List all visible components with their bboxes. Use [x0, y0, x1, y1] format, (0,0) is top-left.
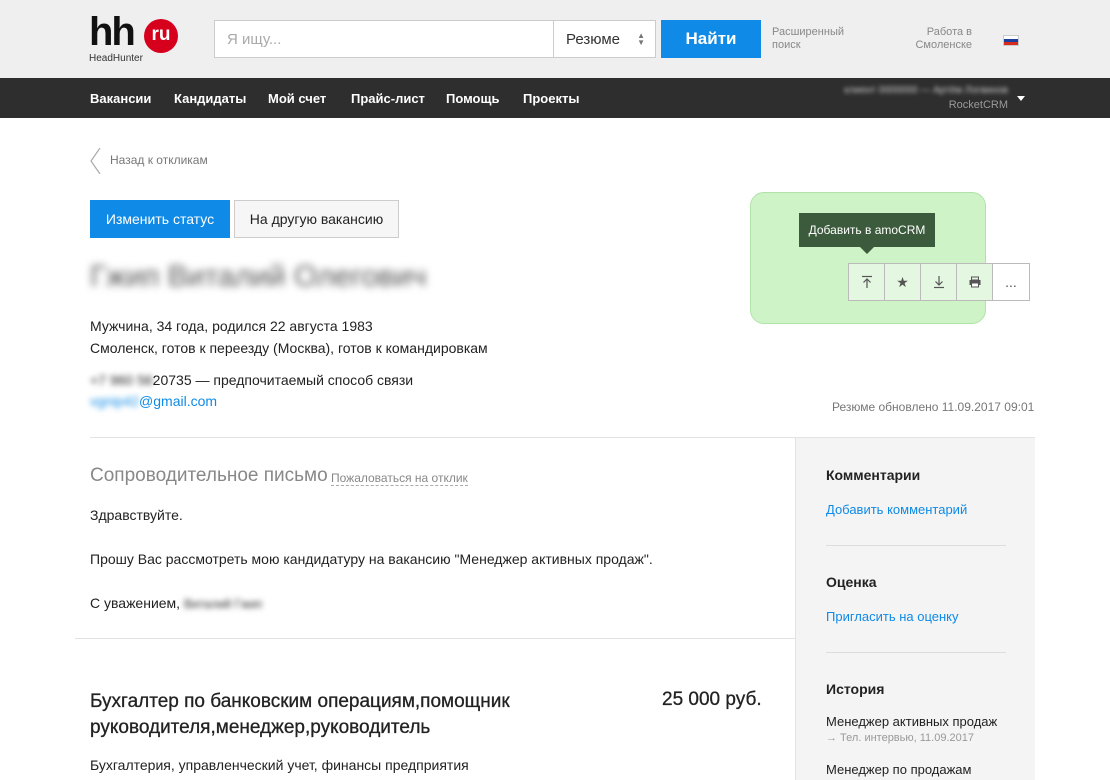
nav-item-help[interactable]: Помощь	[446, 91, 499, 106]
logo-text: hh	[89, 10, 136, 54]
back-label: Назад к откликам	[110, 153, 208, 167]
nav-item-vacancies[interactable]: Вакансии	[90, 91, 151, 106]
select-arrows-icon: ▲ ▼	[637, 31, 645, 47]
letter-signature: Виталий Гжип	[183, 597, 263, 611]
assessment-title: Оценка	[826, 574, 877, 590]
divider	[90, 437, 795, 438]
print-icon	[969, 276, 980, 288]
search-input[interactable]	[214, 20, 554, 58]
candidate-location-info: Смоленск, готов к переезду (Москва), гот…	[90, 340, 488, 356]
invite-assessment-link[interactable]: Пригласить на оценку	[826, 609, 959, 624]
more-actions-button[interactable]: ...	[992, 263, 1030, 301]
candidate-email-link[interactable]: vgnip42@gmail.com	[90, 393, 217, 409]
history-item-title[interactable]: Менеджер по продажам	[826, 762, 971, 777]
change-status-button[interactable]: Изменить статус	[90, 200, 230, 238]
letter-body: Прошу Вас рассмотреть мою кандидатуру на…	[90, 551, 653, 567]
account-menu[interactable]: клиент 0000000 — Артём Логвинов RocketCR…	[826, 85, 1008, 111]
region-line1: Работа в	[926, 26, 972, 38]
letter-greeting: Здравствуйте.	[90, 507, 183, 523]
add-to-amocrm-tooltip: Добавить в amoCRM	[799, 213, 935, 254]
find-button[interactable]: Найти	[661, 20, 761, 58]
right-sidebar: Комментарии Добавить комментарий Оценка …	[795, 437, 1035, 780]
advanced-search-line1: Расширенный	[772, 26, 844, 38]
more-icon: ...	[1005, 274, 1017, 290]
nav-item-pricelist[interactable]: Прайс-лист	[351, 91, 425, 106]
phone-hidden-part: +7 960 56	[90, 372, 153, 388]
logo-subtitle: HeadHunter	[89, 53, 143, 64]
email-hidden-part: vgnip42	[90, 393, 140, 409]
resume-updated-date: Резюме обновлено 11.09.2017 09:01	[832, 400, 1035, 414]
star-icon: ★	[896, 273, 909, 290]
print-button[interactable]	[956, 263, 993, 301]
region-link[interactable]: Работа в Смоленске	[900, 26, 972, 52]
cover-letter-title: Сопроводительное письмо	[90, 465, 328, 486]
history-item-status: → Тел. интервью, 11.09.2017	[826, 732, 974, 744]
history-item-title[interactable]: Менеджер активных продаж	[826, 714, 997, 729]
phone-visible-part: 20735 — предпочитаемый способ связи	[152, 372, 414, 388]
specializations: Бухгалтерия, управленческий учет, финанс…	[90, 757, 469, 773]
desired-position-title: Бухгалтер по банковским операциям,помощн…	[90, 691, 510, 738]
site-header: hh ru HeadHunter Резюме ▲▼ Найти Расшире…	[0, 0, 1110, 78]
region-line2: Смоленске	[915, 39, 972, 51]
sidebar-divider	[826, 545, 1006, 546]
upload-icon	[861, 275, 872, 288]
email-visible-part: @gmail.com	[139, 393, 218, 409]
favorite-button[interactable]: ★	[884, 263, 921, 301]
advanced-search-line2: поиск	[772, 39, 801, 51]
nav-item-account[interactable]: Мой счет	[268, 91, 326, 106]
sidebar-divider	[826, 652, 1006, 653]
add-comment-link[interactable]: Добавить комментарий	[826, 502, 967, 517]
comments-title: Комментарии	[826, 467, 921, 483]
logo-badge: ru	[144, 19, 178, 53]
account-dropdown-icon[interactable]	[1017, 96, 1025, 101]
divider	[75, 638, 795, 639]
nav-item-projects[interactable]: Проекты	[523, 91, 579, 106]
candidate-phone[interactable]: +7 960 5620735 — предпочитаемый способ с…	[90, 372, 413, 388]
complain-link[interactable]: Пожаловаться на отклик	[331, 471, 468, 486]
letter-closing-text: С уважением,	[90, 595, 181, 611]
download-button[interactable]	[920, 263, 957, 301]
other-vacancy-button[interactable]: На другую вакансию	[234, 200, 399, 238]
upload-to-crm-button[interactable]	[848, 263, 885, 301]
candidate-name: Гжип Виталий Олегович	[90, 260, 427, 293]
nav-item-candidates[interactable]: Кандидаты	[174, 91, 246, 106]
hh-logo[interactable]: hh ru HeadHunter	[89, 10, 181, 64]
resume-toolbar: ★ ...	[848, 263, 1030, 301]
russia-flag-icon[interactable]	[1003, 35, 1019, 46]
download-icon	[933, 276, 944, 289]
candidate-personal-info: Мужчина, 34 года, родился 22 августа 198…	[90, 318, 373, 334]
highlight-overlay	[750, 192, 986, 324]
chevron-left-icon	[90, 148, 101, 174]
history-title: История	[826, 681, 885, 697]
search-type-value: Резюме	[566, 31, 620, 48]
search-type-select[interactable]: Резюме ▲ ▼	[553, 20, 656, 58]
desired-salary: 25 000 руб.	[662, 689, 762, 710]
account-name: клиент 0000000 — Артём Логвинов	[844, 85, 1008, 96]
account-company: RocketCRM	[948, 99, 1008, 111]
letter-closing: С уважением, Виталий Гжип	[90, 595, 262, 611]
advanced-search-link[interactable]: Расширенный поиск	[772, 26, 844, 52]
